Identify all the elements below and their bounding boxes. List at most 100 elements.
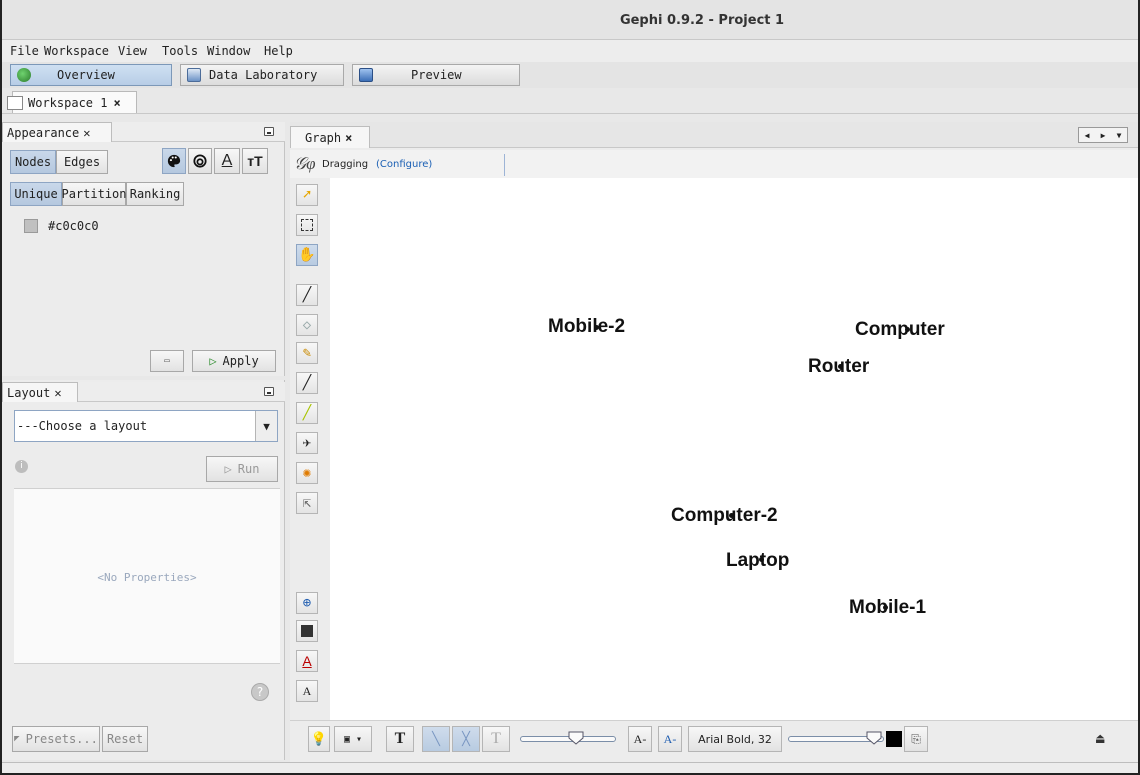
preview-monitor-icon bbox=[359, 68, 373, 82]
run-play-icon: ▷ bbox=[224, 462, 232, 476]
layout-tab[interactable]: Layout ✕ bbox=[2, 382, 78, 402]
help-icon[interactable]: ? bbox=[251, 683, 269, 701]
layout-properties: <No Properties> bbox=[14, 488, 280, 664]
layout-select[interactable]: ---Choose a layout ▼ bbox=[14, 410, 278, 442]
scroll-right-icon[interactable]: ▶ bbox=[1101, 131, 1106, 140]
label-color-tool-icon[interactable]: A bbox=[296, 650, 318, 672]
unique-tab[interactable]: Unique bbox=[10, 182, 62, 206]
graph-tab-close[interactable]: × bbox=[345, 131, 352, 145]
edges-icon[interactable]: ╲ bbox=[422, 726, 450, 752]
perspective-bar: Overview Data Laboratory Preview bbox=[2, 62, 1138, 88]
auto-apply-icon[interactable]: ▭ bbox=[150, 350, 184, 372]
layout-close-icon[interactable]: ✕ bbox=[54, 386, 61, 400]
status-divider bbox=[504, 154, 505, 176]
edge-scale-knob[interactable] bbox=[568, 731, 584, 745]
menu-workspace[interactable]: Workspace bbox=[44, 44, 109, 58]
edge-labels-icon[interactable]: T bbox=[482, 726, 510, 752]
menu-view[interactable]: View bbox=[118, 44, 147, 58]
color-palette-icon[interactable] bbox=[162, 148, 186, 174]
layout-header: Layout ✕ bbox=[2, 382, 285, 402]
overview-label: Overview bbox=[57, 68, 115, 82]
node-label-computer-2[interactable]: Computer-2 bbox=[671, 505, 778, 527]
size-icon[interactable] bbox=[188, 148, 212, 174]
gephi-logo-icon: 𝒢φ bbox=[294, 154, 316, 173]
graph-tab[interactable]: Graph × bbox=[290, 126, 370, 148]
appearance-tab[interactable]: Appearance ✕ bbox=[2, 122, 112, 142]
node-pencil-icon[interactable]: ✎ bbox=[296, 342, 318, 364]
partition-tab[interactable]: Partition bbox=[61, 182, 127, 206]
node-computer-2[interactable] bbox=[729, 513, 734, 518]
node-label-laptop[interactable]: Laptop bbox=[726, 550, 789, 572]
font-increase-button[interactable]: A- bbox=[658, 726, 682, 752]
presets-label: Presets... bbox=[25, 732, 98, 746]
info-icon[interactable]: i bbox=[15, 460, 28, 473]
node-router[interactable] bbox=[838, 364, 843, 369]
menu-file[interactable]: File bbox=[10, 44, 39, 58]
overview-globe-icon bbox=[17, 68, 31, 82]
workspace-tab-close[interactable]: × bbox=[113, 96, 120, 110]
eject-icon[interactable]: ⏏ bbox=[1096, 731, 1104, 747]
font-selector[interactable]: Arial Bold, 32 bbox=[688, 726, 782, 752]
tab-list-icon[interactable]: ▼ bbox=[1117, 131, 1122, 140]
node-laptop[interactable] bbox=[759, 557, 764, 562]
workspace-tab[interactable]: Workspace 1 × bbox=[7, 91, 137, 113]
show-labels-icon[interactable]: T bbox=[386, 726, 414, 752]
appearance-minimize-icon[interactable] bbox=[264, 127, 274, 136]
background-color-icon[interactable] bbox=[296, 620, 318, 642]
font-decrease-button[interactable]: A- bbox=[628, 726, 652, 752]
apply-label: Apply bbox=[222, 354, 259, 368]
appearance-tab-label: Appearance bbox=[7, 125, 80, 140]
nodes-tab[interactable]: Nodes bbox=[10, 150, 56, 174]
node-mobile-1[interactable] bbox=[883, 605, 888, 610]
drag-hand-icon[interactable]: ✋ bbox=[296, 244, 318, 266]
label-attributes-icon[interactable]: ⎘ bbox=[904, 726, 928, 752]
edit-cursor-icon[interactable]: ⇱ bbox=[296, 492, 318, 514]
edges-tab[interactable]: Edges bbox=[56, 150, 108, 174]
rectangle-select-icon[interactable] bbox=[296, 214, 318, 236]
lightbulb-icon[interactable]: 💡 bbox=[308, 726, 330, 752]
edge-pencil-icon[interactable]: ╱ bbox=[296, 402, 318, 424]
graph-panel: Graph × ◀ ▶ ▼ 𝒢φ Dragging (Configure) bbox=[290, 122, 1138, 762]
mode-label: Dragging bbox=[322, 159, 369, 170]
presets-button[interactable]: ◤ Presets... bbox=[12, 726, 100, 752]
configure-link[interactable]: (Configure) bbox=[376, 159, 432, 170]
menu-help[interactable]: Help bbox=[264, 44, 293, 58]
select-arrow-icon[interactable]: ➚ bbox=[296, 184, 318, 206]
app-window: Gephi 0.9.2 - Project 1 File Workspace V… bbox=[0, 0, 1140, 775]
label-color-icon[interactable]: A bbox=[214, 148, 240, 174]
run-button[interactable]: ▷ Run bbox=[206, 456, 278, 482]
color-swatch[interactable] bbox=[24, 219, 38, 233]
painter-brush-icon[interactable]: ╱ bbox=[296, 284, 318, 306]
menu-window[interactable]: Window bbox=[207, 44, 250, 58]
reset-button[interactable]: Reset bbox=[102, 726, 148, 752]
menu-tools[interactable]: Tools bbox=[162, 44, 198, 58]
apply-button[interactable]: ▷ Apply bbox=[192, 350, 276, 372]
node-computer[interactable] bbox=[905, 327, 910, 332]
tab-scroll-controls[interactable]: ◀ ▶ ▼ bbox=[1078, 127, 1128, 143]
pencil-icon[interactable]: ╱ bbox=[296, 372, 318, 394]
node-label-computer[interactable]: Computer bbox=[855, 319, 945, 341]
workspace-bar: Workspace 1 × bbox=[2, 88, 1138, 114]
overview-tab[interactable]: Overview bbox=[10, 64, 172, 86]
scroll-left-icon[interactable]: ◀ bbox=[1085, 131, 1090, 140]
chevron-down-icon[interactable]: ▼ bbox=[255, 411, 277, 441]
node-label-mobile-2[interactable]: Mobile-2 bbox=[548, 316, 625, 338]
label-size-icon[interactable]: тT bbox=[242, 148, 268, 174]
preview-tab[interactable]: Preview bbox=[352, 64, 520, 86]
label-size-knob[interactable] bbox=[866, 731, 882, 745]
label-color-swatch[interactable] bbox=[886, 731, 902, 747]
node-mobile-2[interactable] bbox=[594, 325, 599, 330]
label-font-tool-icon[interactable]: A bbox=[296, 680, 318, 702]
data-laboratory-tab[interactable]: Data Laboratory bbox=[180, 64, 344, 86]
zoom-icon[interactable]: ⊕ bbox=[296, 592, 318, 614]
shortest-path-icon[interactable]: ✈ bbox=[296, 432, 318, 454]
ranking-tab[interactable]: Ranking bbox=[126, 182, 184, 206]
layout-minimize-icon[interactable] bbox=[264, 387, 274, 396]
screenshot-icon[interactable]: ▣ ▾ bbox=[334, 726, 372, 752]
edge-color-icon[interactable]: ╳ bbox=[452, 726, 480, 752]
diamond-icon[interactable]: ◇ bbox=[296, 314, 318, 336]
appearance-close-icon[interactable]: ✕ bbox=[83, 126, 90, 140]
graph-canvas[interactable] bbox=[330, 178, 1138, 720]
color-value: #c0c0c0 bbox=[48, 219, 99, 233]
heatmap-gear-icon[interactable]: ✺ bbox=[296, 462, 318, 484]
